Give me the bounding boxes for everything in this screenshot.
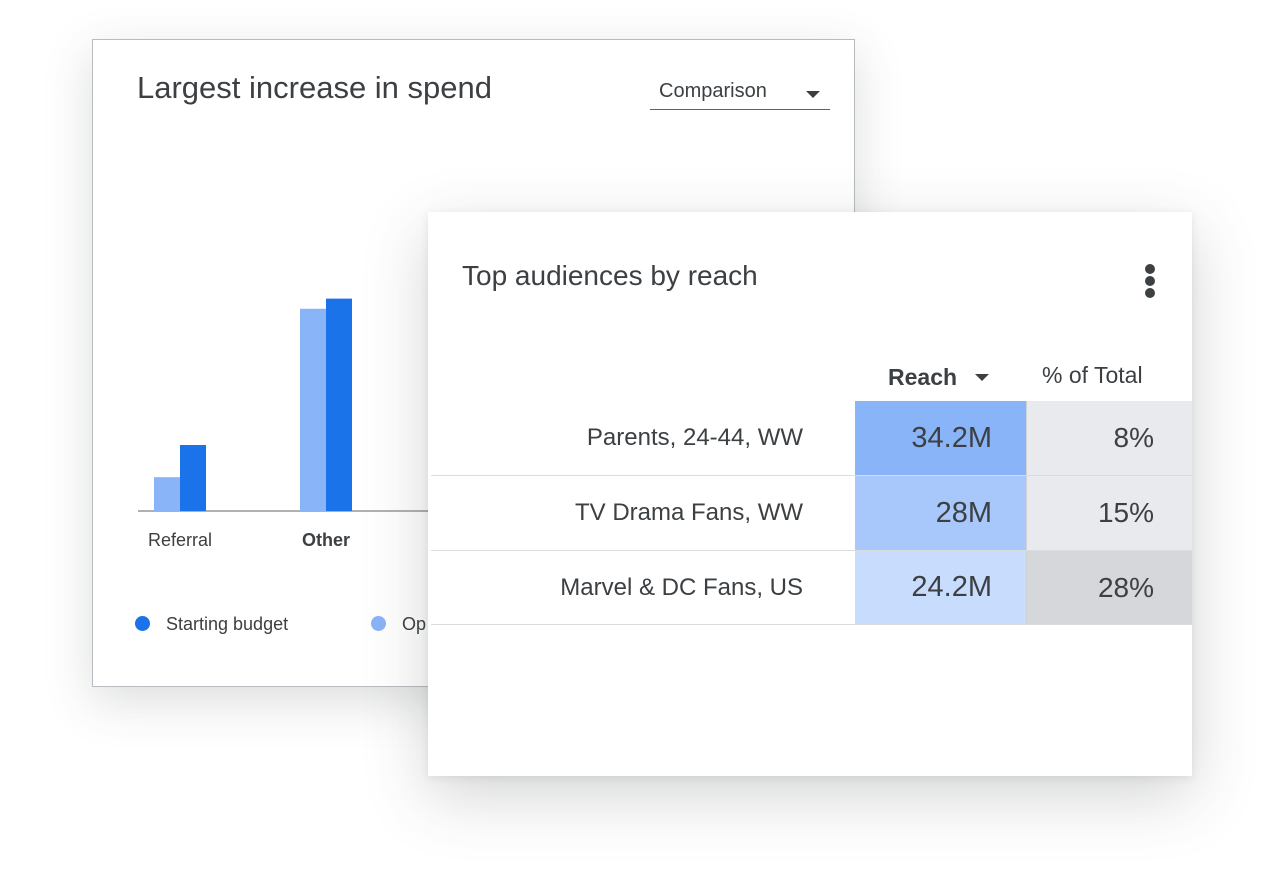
reach-column-header[interactable]: Reach (888, 364, 990, 391)
x-tick-label: Other (301, 530, 351, 550)
audience-name: Parents, 24-44, WW (586, 424, 803, 451)
table-row[interactable]: Marvel & DC Fans, US 24.2M 28% (431, 551, 1192, 625)
bar-referral-starting-budget (180, 445, 206, 511)
legend-swatch (371, 616, 386, 631)
pct-value: 28% (1026, 551, 1192, 624)
sort-arrow-icon (975, 374, 990, 381)
legend-item-op: Op (371, 614, 426, 635)
audience-name: TV Drama Fans, WW (574, 499, 803, 526)
bar-referral-op (154, 477, 180, 511)
pct-total-column-header[interactable]: % of Total (1042, 362, 1143, 389)
audience-table: Parents, 24-44, WW 34.2M 8% TV Drama Fan… (431, 401, 1192, 625)
table-row[interactable]: Parents, 24-44, WW 34.2M 8% (431, 401, 1192, 476)
reach-header-label: Reach (888, 364, 958, 390)
audience-card-title: Top audiences by reach (462, 260, 758, 291)
reach-value: 34.2M (855, 401, 1026, 475)
audience-card: Top audiences by reach Reach % of Total … (428, 212, 1192, 776)
bar-other-starting-budget (326, 298, 352, 511)
reach-value: 28M (855, 476, 1026, 550)
more-vert-icon[interactable] (1136, 260, 1164, 302)
pct-value: 15% (1026, 476, 1192, 550)
reach-value: 24.2M (855, 551, 1026, 624)
table-row[interactable]: TV Drama Fans, WW 28M 15% (431, 476, 1192, 551)
legend-swatch (135, 616, 150, 631)
legend-label: Op (402, 614, 427, 634)
audience-name: Marvel & DC Fans, US (560, 573, 803, 601)
pct-value: 8% (1026, 401, 1192, 475)
legend-label: Starting budget (166, 614, 289, 634)
x-tick-label: Referral (147, 530, 213, 550)
legend-item-starting-budget: Starting budget (135, 614, 288, 635)
bar-other-op (300, 308, 326, 511)
